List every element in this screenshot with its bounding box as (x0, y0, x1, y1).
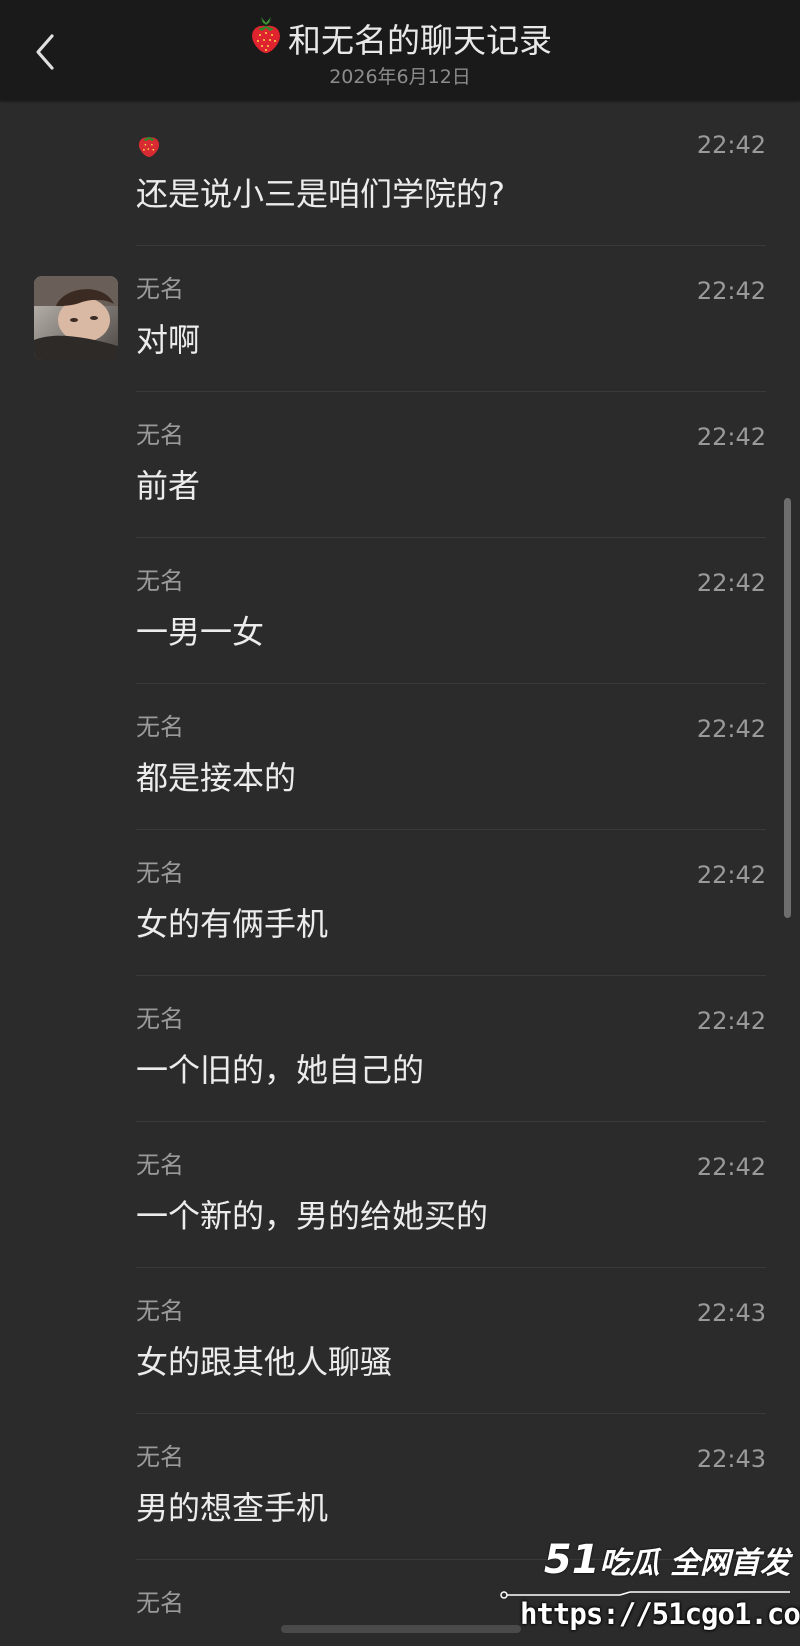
message-item[interactable]: 无名 22:42 对啊 (0, 246, 800, 392)
message-time: 22:42 (696, 423, 766, 451)
message-time: 22:42 (696, 1007, 766, 1035)
sender-name: 无名 (136, 1297, 184, 1325)
sender-name: 无名 (136, 1443, 184, 1471)
sender-name: 无名 (136, 713, 184, 741)
sender-avatar-strawberry-icon (136, 130, 162, 167)
avatar[interactable] (34, 276, 118, 360)
sender-name: 无名 (136, 1151, 184, 1179)
watermark: 51吃瓜 全网首发 https://51cgo1.com (500, 1538, 800, 1646)
message-time: 22:42 (696, 569, 766, 597)
sender-name: 无名 (136, 1005, 184, 1033)
message-item[interactable]: 无名 22:42 一个新的，男的给她买的 (0, 1122, 800, 1268)
watermark-brand-number: 51 (543, 1537, 600, 1583)
message-text: 对啊 (136, 321, 201, 359)
page-title: 和无名的聊天记录 (248, 16, 552, 65)
watermark-brand: 51吃瓜 全网首发 (544, 1538, 790, 1586)
message-text: 一男一女 (136, 613, 265, 651)
sender-name: 无名 (136, 275, 184, 303)
message-text: 一个新的，男的给她买的 (136, 1197, 489, 1235)
message-text: 前者 (136, 467, 201, 505)
message-item[interactable]: 无名 22:42 女的有俩手机 (0, 830, 800, 976)
message-text: 都是接本的 (136, 759, 297, 797)
message-text: 还是说小三是咱们学院的? (136, 175, 505, 213)
sender-name: 无名 (136, 859, 184, 887)
title-area: 和无名的聊天记录 2026年6月12日 (0, 16, 800, 89)
message-time: 22:42 (696, 715, 766, 743)
message-text: 男的想查手机 (136, 1489, 329, 1527)
sender-name: 无名 (136, 567, 184, 595)
message-time: 22:43 (696, 1299, 766, 1327)
message-text: 一个旧的，她自己的 (136, 1051, 425, 1089)
home-indicator[interactable] (281, 1625, 521, 1633)
message-time: 22:42 (696, 277, 766, 305)
header-bar: 和无名的聊天记录 2026年6月12日 (0, 0, 800, 100)
title-text: 和无名的聊天记录 (288, 20, 552, 60)
message-time: 22:43 (696, 1445, 766, 1473)
chat-date: 2026年6月12日 (329, 66, 471, 88)
watermark-url: https://51cgo1.com (520, 1597, 800, 1631)
message-item[interactable]: 无名 22:42 都是接本的 (0, 684, 800, 830)
message-item[interactable]: 无名 22:42 前者 (0, 392, 800, 538)
watermark-brand-text: 吃瓜 全网首发 (599, 1546, 790, 1581)
message-time: 22:42 (696, 131, 766, 159)
message-item[interactable]: 无名 22:43 女的跟其他人聊骚 (0, 1268, 800, 1414)
strawberry-icon (248, 16, 284, 65)
message-text: 女的跟其他人聊骚 (136, 1343, 393, 1381)
scrollbar[interactable] (784, 498, 791, 918)
message-item[interactable]: 22:42 还是说小三是咱们学院的? (0, 100, 800, 246)
message-item[interactable]: 无名 22:42 一男一女 (0, 538, 800, 684)
message-time: 22:42 (696, 861, 766, 889)
sender-name: 无名 (136, 1589, 184, 1617)
message-time: 22:42 (696, 1153, 766, 1181)
chat-history-screen: 和无名的聊天记录 2026年6月12日 22:42 还是说小三是咱们学院的? 无… (0, 0, 800, 1646)
message-text: 女的有俩手机 (136, 905, 329, 943)
message-item[interactable]: 无名 22:42 一个旧的，她自己的 (0, 976, 800, 1122)
sender-name: 无名 (136, 421, 184, 449)
